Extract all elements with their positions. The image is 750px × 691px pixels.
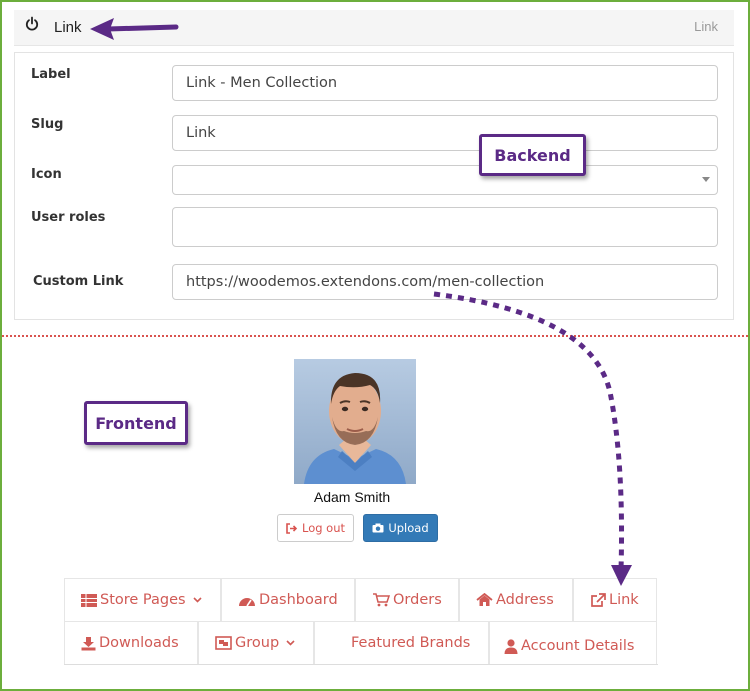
annotation-arrows-overlay [90, 18, 632, 586]
annotation-dotted-arrow-to-link [433, 291, 632, 586]
screenshot-frame: Link Link Label Link - Men Collection Sl… [0, 0, 750, 691]
annotation-arrow-to-title [90, 18, 179, 40]
